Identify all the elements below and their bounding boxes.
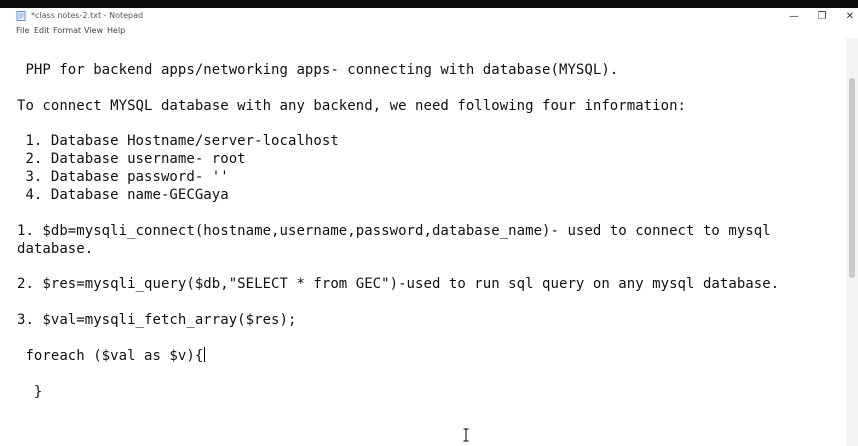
text-line: 2. $res=mysqli_query($db,"SELECT * from … xyxy=(17,276,780,292)
window-title: *class notes-2.txt - Notepad xyxy=(31,11,144,20)
minimize-button[interactable]: — xyxy=(780,8,808,24)
scrollbar-thumb[interactable] xyxy=(849,78,855,278)
menu-bar: File Edit Format View Help xyxy=(0,24,858,38)
text-line: 1. Database Hostname/server-localhost xyxy=(17,133,339,149)
text-line-content: foreach ($val as $v){ xyxy=(17,348,204,364)
menu-file[interactable]: File xyxy=(16,25,29,37)
close-button[interactable]: ✕ xyxy=(836,8,858,24)
text-line: database. xyxy=(17,241,94,257)
maximize-icon: ❐ xyxy=(817,10,827,22)
maximize-button[interactable]: ❐ xyxy=(808,8,836,24)
text-line: } xyxy=(17,384,43,400)
menu-format[interactable]: Format xyxy=(53,25,81,37)
menu-help[interactable]: Help xyxy=(107,25,125,37)
text-line: 1. $db=mysqli_connect(hostname,username,… xyxy=(17,223,771,239)
current-text-line: foreach ($val as $v){ xyxy=(17,347,206,365)
text-caret xyxy=(204,347,206,362)
text-line: To connect MYSQL database with any backe… xyxy=(17,98,687,114)
text-line: 2. Database username- root xyxy=(17,151,246,167)
text-line: PHP for backend apps/networking apps- co… xyxy=(17,62,619,78)
title-bar[interactable]: *class notes-2.txt - Notepad — ❐ ✕ xyxy=(0,8,858,24)
text-line: 3. $val=mysqli_fetch_array($res); xyxy=(17,312,297,328)
minimize-icon: — xyxy=(789,10,799,22)
close-icon: ✕ xyxy=(845,10,855,22)
menu-view[interactable]: View xyxy=(84,25,103,37)
vertical-scrollbar[interactable] xyxy=(846,38,858,446)
text-line: 3. Database password- '' xyxy=(17,169,229,185)
text-cursor-icon xyxy=(463,428,469,442)
notepad-icon xyxy=(16,11,26,21)
menu-edit[interactable]: Edit xyxy=(34,25,50,37)
text-editor-area[interactable]: PHP for backend apps/networking apps- co… xyxy=(0,38,846,446)
notepad-window: *class notes-2.txt - Notepad — ❐ ✕ File … xyxy=(0,8,858,446)
text-line: 4. Database name-GECGaya xyxy=(17,187,229,203)
